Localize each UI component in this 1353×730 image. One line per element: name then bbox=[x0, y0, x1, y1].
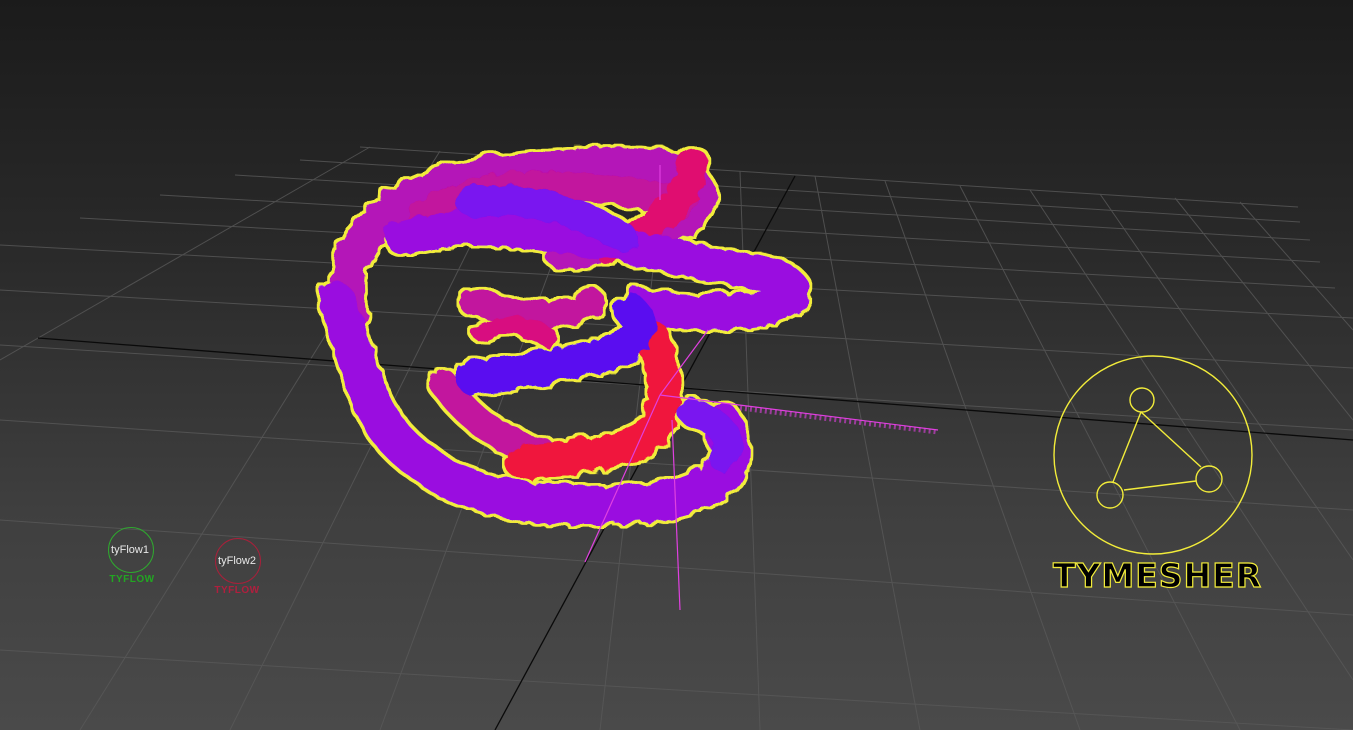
tymesher-triangle-icon[interactable] bbox=[1053, 355, 1253, 555]
3d-viewport[interactable] bbox=[0, 0, 1353, 730]
tymesher-label: TYMESHER bbox=[1052, 555, 1263, 595]
tyflow2-logo: TYFLOW bbox=[214, 585, 260, 596]
tyflow1-logo: TYFLOW bbox=[109, 574, 155, 585]
tyflow2-label: tyFlow2 bbox=[218, 555, 256, 567]
tyflow1-label: tyFlow1 bbox=[111, 544, 149, 556]
